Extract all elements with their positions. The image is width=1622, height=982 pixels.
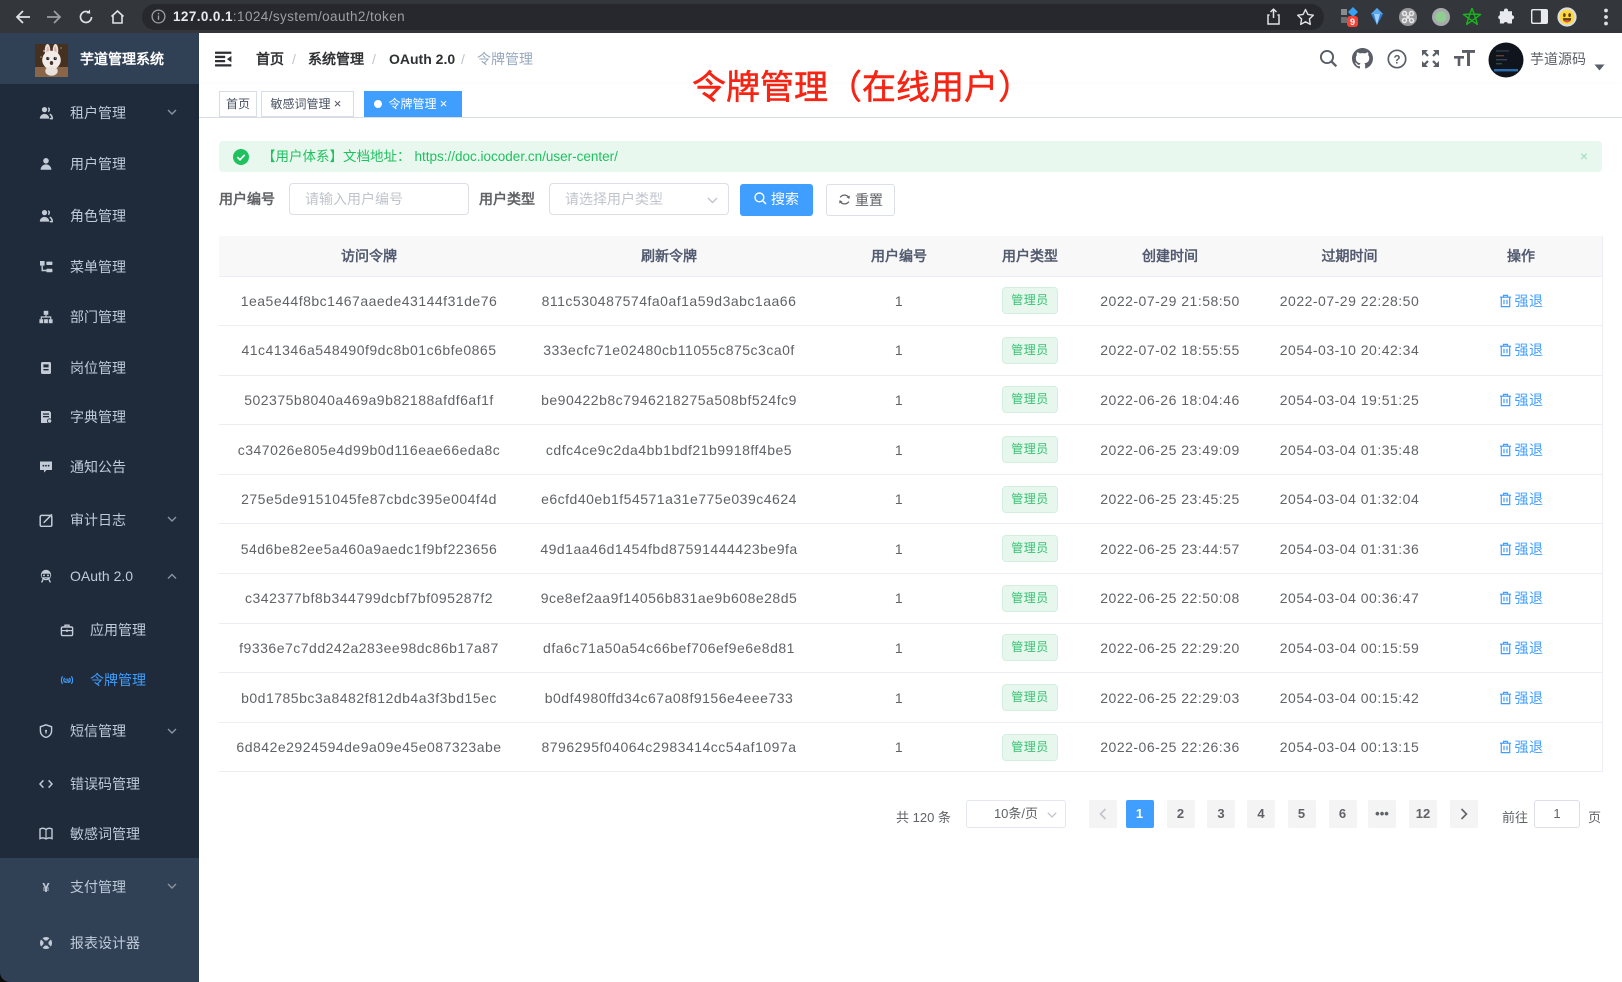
svg-text:¥: ¥ — [42, 880, 50, 894]
svg-text:a: a — [65, 675, 70, 684]
svg-text:9: 9 — [1350, 17, 1355, 27]
svg-text:?: ? — [1393, 54, 1400, 66]
